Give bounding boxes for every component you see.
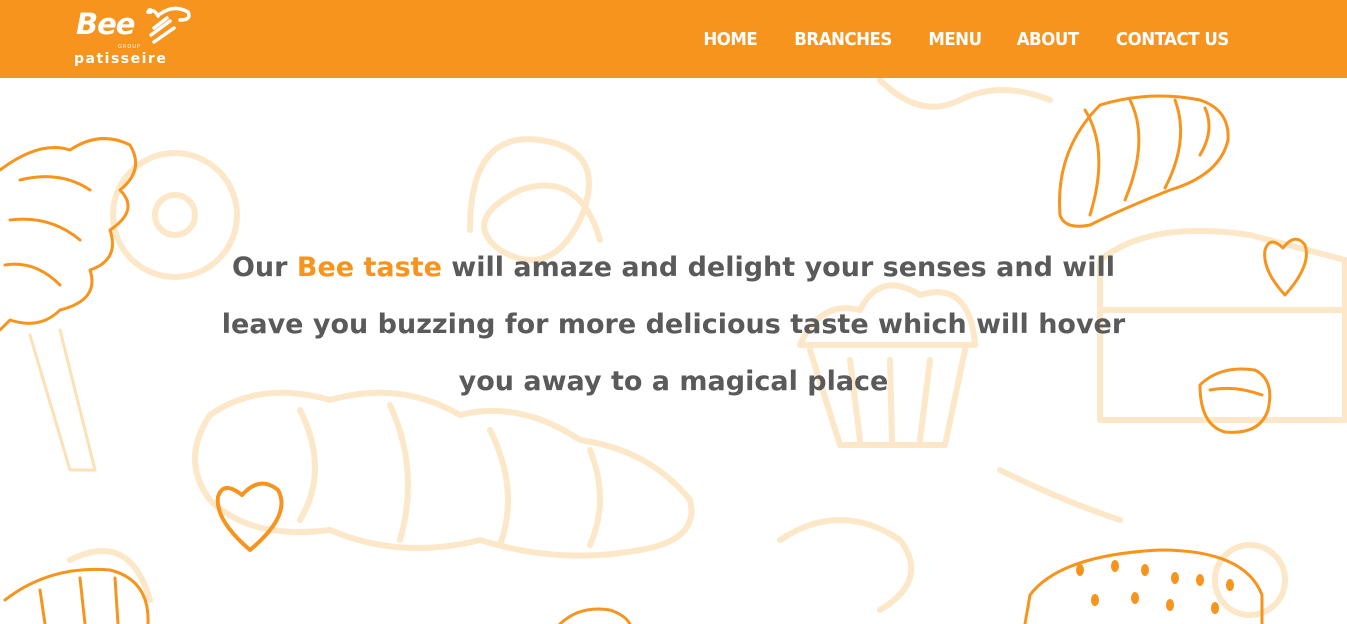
- ice-cream-illustration: [0, 137, 138, 472]
- main-nav: HOME BRANCHES MENU ABOUT CONTACT US: [701, 0, 1234, 78]
- nav-home[interactable]: HOME: [704, 29, 758, 50]
- hero-tagline: Our Bee taste will amaze and delight you…: [200, 239, 1147, 410]
- cake-slice-illustration: [1023, 548, 1264, 624]
- nav-branches[interactable]: BRANCHES: [794, 29, 892, 50]
- logo-tagline: patisseire: [74, 51, 168, 67]
- logo-group-label: GROUP: [118, 44, 141, 50]
- top-navbar: Bee GROUP patisseire HOME BRANCHES MENU …: [0, 0, 1347, 78]
- croissant-illustration: [1058, 94, 1230, 228]
- logo-brand-name: Bee: [76, 7, 135, 41]
- tagline-highlight: Bee taste: [296, 252, 442, 283]
- brand-logo[interactable]: Bee GROUP patisseire: [74, 6, 204, 72]
- loaf-illustration: [3, 567, 150, 624]
- nav-menu[interactable]: MENU: [928, 29, 982, 50]
- nav-about[interactable]: ABOUT: [1017, 29, 1079, 50]
- nav-contact-us[interactable]: CONTACT US: [1116, 29, 1229, 50]
- bee-logo-icon: [146, 6, 191, 44]
- tagline-intro: Our: [231, 252, 297, 283]
